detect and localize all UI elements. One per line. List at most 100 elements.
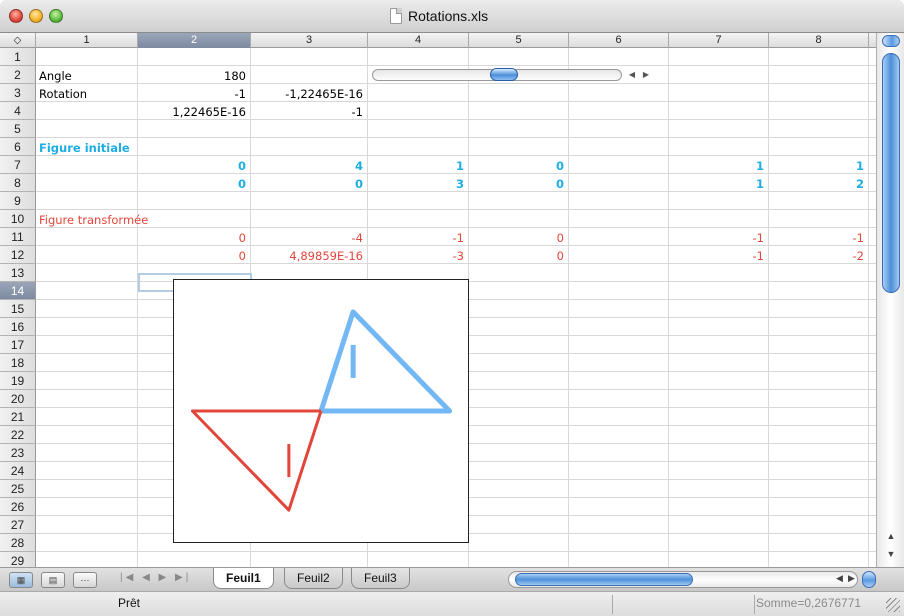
row-header-26[interactable]: 26 [0,498,36,516]
vertical-scrollbar[interactable]: ▲ ▼ [876,33,904,567]
page-layout-view-button[interactable]: ▤ [41,572,65,588]
table-cell[interactable]: -1 [669,229,769,247]
row-header-10[interactable]: 10 [0,210,36,228]
close-window-button[interactable] [9,9,23,23]
row-header-29[interactable]: 29 [0,552,36,567]
angle-slider-left-arrow-icon[interactable]: ◀ [626,69,638,81]
cell-rotation-m11[interactable]: -1 [138,85,251,103]
column-header-6[interactable]: 6 [569,33,669,48]
table-cell[interactable]: 2 [769,175,869,193]
chart-series-2-line[interactable] [190,409,323,512]
scroll-up-arrow-icon[interactable]: ▲ [885,531,897,543]
column-header-5[interactable]: 5 [469,33,569,48]
chart-series-1-line[interactable] [318,309,453,414]
column-header-2[interactable]: 2 [138,33,251,48]
table-cell[interactable]: -4 [251,229,368,247]
table-cell[interactable]: 0 [469,157,569,175]
horizontal-split-handle[interactable] [862,571,876,588]
sheet-tab-feuil2[interactable]: Feuil2 [284,568,343,589]
table-cell[interactable]: 4,89859E-16 [251,247,368,265]
row-header-13[interactable]: 13 [0,264,36,282]
row-header-27[interactable]: 27 [0,516,36,534]
table-cell[interactable]: 0 [138,175,251,193]
table-cell[interactable]: 0 [469,229,569,247]
row-header-20[interactable]: 20 [0,390,36,408]
row-header-24[interactable]: 24 [0,462,36,480]
row-header-7[interactable]: 7 [0,156,36,174]
cell-rotation-m12[interactable]: -1,22465E-16 [251,85,368,103]
table-cell[interactable]: -1 [669,247,769,265]
table-cell[interactable]: 1 [669,175,769,193]
table-cell[interactable]: -3 [368,247,469,265]
status-divider [612,595,613,614]
table-cell[interactable]: 4 [251,157,368,175]
row-header-5[interactable]: 5 [0,120,36,138]
column-header-8[interactable]: 8 [769,33,869,48]
table-cell[interactable]: 0 [138,229,251,247]
row-header-6[interactable]: 6 [0,138,36,156]
table-cell[interactable]: 1 [368,157,469,175]
row-header-25[interactable]: 25 [0,480,36,498]
row-header-1[interactable]: 1 [0,48,36,66]
horizontal-scroll-thumb[interactable] [515,573,693,586]
angle-slider-right-arrow-icon[interactable]: ▶ [640,69,652,81]
resize-grip-icon[interactable] [886,598,900,612]
table-cell[interactable]: 0 [469,247,569,265]
table-cell[interactable]: 0 [138,247,251,265]
row-header-19[interactable]: 19 [0,372,36,390]
cell-rotation-m22[interactable]: -1 [251,103,368,121]
row-header-22[interactable]: 22 [0,426,36,444]
table-cell[interactable]: 3 [368,175,469,193]
table-cell[interactable]: 0 [469,175,569,193]
row-header-11[interactable]: 11 [0,228,36,246]
sheet-tab-feuil3[interactable]: Feuil3 [351,568,410,589]
select-all-corner[interactable]: ◇ [0,33,36,48]
sheet-tab-feuil1[interactable]: Feuil1 [213,568,274,589]
rotation-chart[interactable] [173,279,469,543]
row-header-15[interactable]: 15 [0,300,36,318]
cell-angle-value[interactable]: 180 [138,67,251,85]
scroll-right-arrow-icon[interactable]: ▶ [848,573,855,584]
row-header-12[interactable]: 12 [0,246,36,264]
table-cell[interactable]: 0 [251,175,368,193]
angle-slider[interactable]: ◀ ▶ [372,68,668,83]
row-header-21[interactable]: 21 [0,408,36,426]
row-header-16[interactable]: 16 [0,318,36,336]
cell-figure-initiale-label[interactable]: Figure initiale [36,139,176,157]
column-header-7[interactable]: 7 [669,33,769,48]
split-handle[interactable] [882,35,900,47]
row-header-8[interactable]: 8 [0,174,36,192]
cell-angle-label[interactable]: Angle [36,67,138,85]
table-cell[interactable]: -1 [368,229,469,247]
row-header-9[interactable]: 9 [0,192,36,210]
cell-rotation-m21[interactable]: 1,22465E-16 [138,103,251,121]
vertical-scroll-thumb[interactable] [882,53,900,293]
scroll-left-arrow-icon[interactable]: ◀ [836,573,843,584]
normal-view-button[interactable]: ▦ [9,572,33,588]
sheet-navigation-arrows[interactable]: |◀ ◀ ▶ ▶| [120,572,191,583]
angle-slider-thumb[interactable] [490,68,518,81]
page-break-view-button[interactable]: ⋯ [73,572,97,588]
row-header-14[interactable]: 14 [0,282,36,300]
cell-figure-transformee-label[interactable]: Figure transformée [36,211,196,229]
row-header-2[interactable]: 2 [0,66,36,84]
row-header-17[interactable]: 17 [0,336,36,354]
cell-rotation-label[interactable]: Rotation [36,85,138,103]
row-header-18[interactable]: 18 [0,354,36,372]
table-cell[interactable]: -2 [769,247,869,265]
row-header-3[interactable]: 3 [0,84,36,102]
table-cell[interactable]: 1 [669,157,769,175]
table-cell[interactable]: -1 [769,229,869,247]
column-header-3[interactable]: 3 [251,33,368,48]
column-header-1[interactable]: 1 [36,33,138,48]
column-header-4[interactable]: 4 [368,33,469,48]
table-cell[interactable]: 1 [769,157,869,175]
zoom-window-button[interactable] [49,9,63,23]
table-cell[interactable]: 0 [138,157,251,175]
row-header-28[interactable]: 28 [0,534,36,552]
horizontal-scrollbar[interactable] [508,571,858,588]
row-header-4[interactable]: 4 [0,102,36,120]
minimize-window-button[interactable] [29,9,43,23]
scroll-down-arrow-icon[interactable]: ▼ [885,549,897,561]
row-header-23[interactable]: 23 [0,444,36,462]
